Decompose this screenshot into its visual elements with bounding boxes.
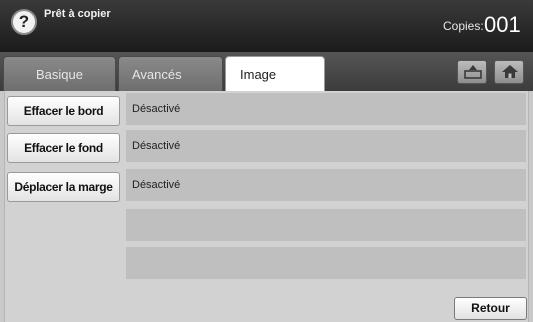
tray-eject-icon <box>464 65 482 79</box>
deplacer-marge-button[interactable]: Déplacer la marge <box>7 172 120 202</box>
header-bar: ? Prêt à copier Copies: 001 <box>0 0 533 52</box>
setting-value: Désactivé <box>132 179 181 191</box>
copier-screen: ? Prêt à copier Copies: 001 Basique Avan… <box>0 0 533 322</box>
tab-label: Image <box>240 67 277 82</box>
empty-row <box>126 209 526 241</box>
tray-button[interactable] <box>457 60 487 84</box>
help-icon: ? <box>18 12 30 31</box>
effacer-fond-button[interactable]: Effacer le fond <box>7 133 120 163</box>
effacer-bord-button[interactable]: Effacer le bord <box>7 96 120 126</box>
tab-image[interactable]: Image <box>225 56 325 91</box>
tab-label: Avancés <box>132 67 182 82</box>
copies-counter[interactable]: 001 <box>484 12 521 38</box>
tab-label: Basique <box>36 67 83 82</box>
setting-value: Désactivé <box>132 103 181 115</box>
status-text: Prêt à copier <box>44 8 111 20</box>
tab-basique[interactable]: Basique <box>3 56 116 91</box>
empty-row <box>126 247 526 279</box>
deplacer-marge-value[interactable]: Désactivé <box>126 169 526 201</box>
tab-avances[interactable]: Avancés <box>118 56 223 91</box>
home-icon <box>502 65 518 78</box>
effacer-fond-value[interactable]: Désactivé <box>126 130 526 162</box>
help-button[interactable]: ? <box>11 9 37 35</box>
home-button[interactable] <box>494 60 524 84</box>
copies-label: Copies: <box>443 19 484 33</box>
setting-value: Désactivé <box>132 140 181 152</box>
effacer-bord-value[interactable]: Désactivé <box>126 93 526 125</box>
retour-button[interactable]: Retour <box>454 297 527 320</box>
